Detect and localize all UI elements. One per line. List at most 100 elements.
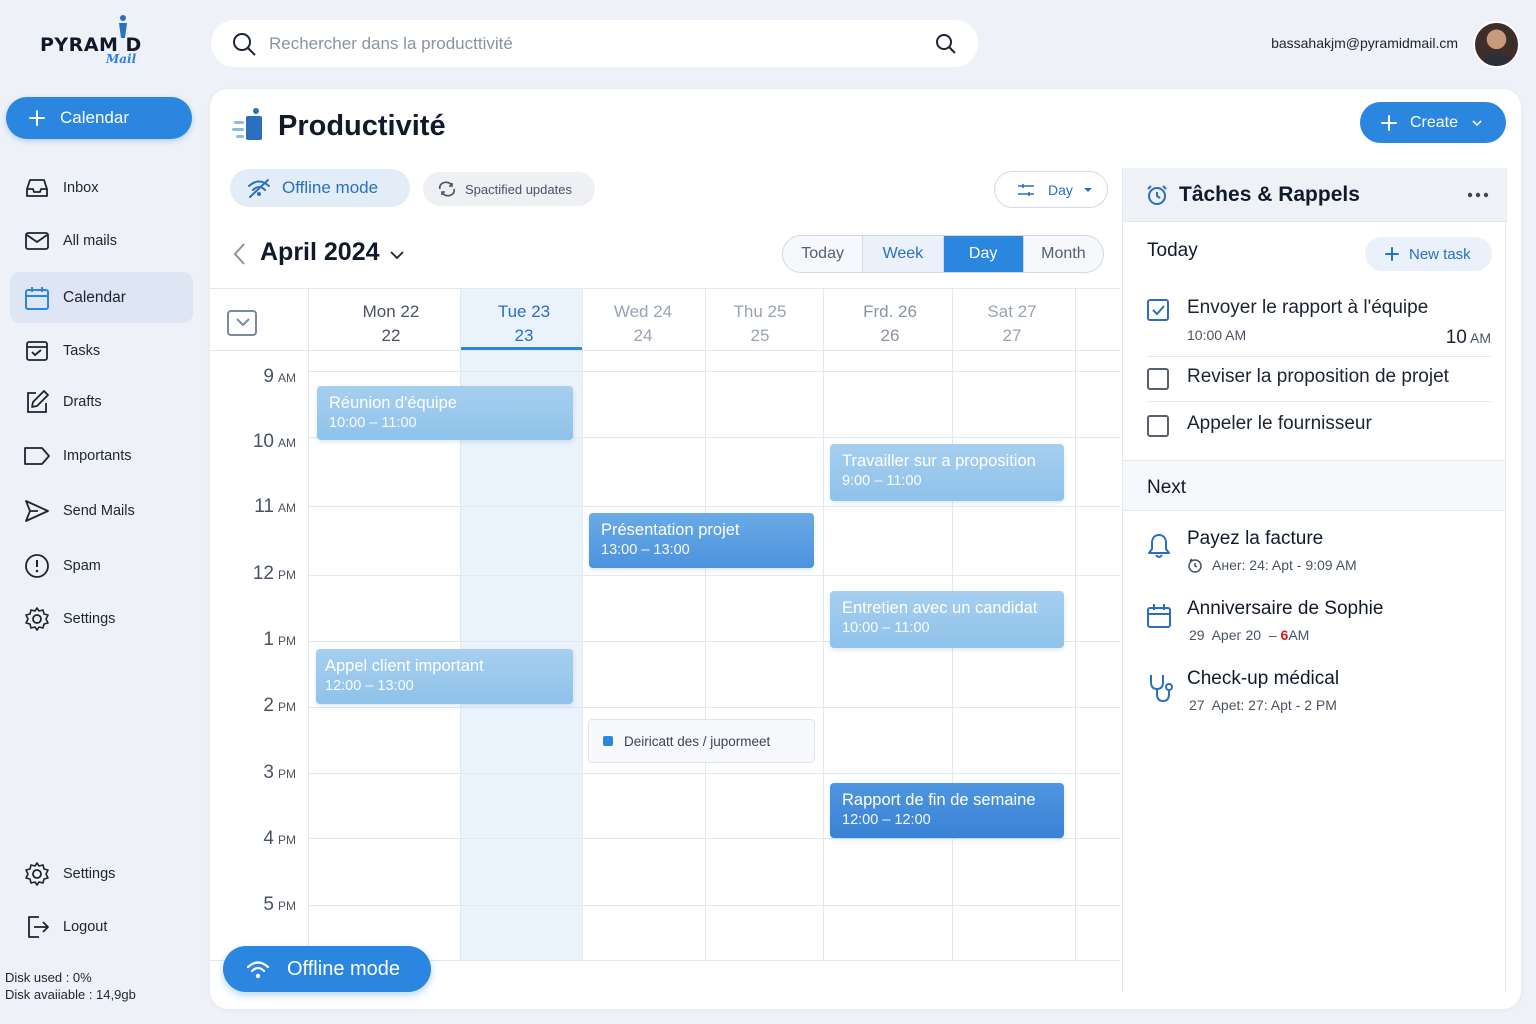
search-bar[interactable]: Rechercher dans la producttivité [211, 20, 978, 67]
hour-label-12pm: 12 PM [252, 563, 296, 584]
app-logo: PYRAM D Mail [40, 14, 160, 74]
day-header-wed[interactable]: Wed 24 24 [583, 300, 703, 348]
task-time-right: 10 AM [1445, 327, 1491, 348]
search-icon [233, 32, 256, 56]
chevron-down-icon [236, 318, 250, 327]
day-header-mon[interactable]: Mon 22 22 [331, 300, 451, 348]
event-time: 10:00 – 11:00 [842, 620, 930, 636]
create-button[interactable]: Create [1360, 102, 1506, 143]
event-title: Réunion d'équipe [329, 394, 457, 412]
chevron-down-icon[interactable] [390, 250, 404, 260]
hour-label-3pm: 3 PM [263, 762, 296, 783]
offline-mode-button[interactable]: Offline mode [223, 946, 431, 992]
sync-icon [438, 181, 456, 197]
logo-subtitle: Mail [106, 52, 137, 66]
today-section-label: Today [1147, 240, 1198, 261]
calendar-event[interactable]: Présentation projet 13:00 – 13:00 [589, 513, 814, 568]
chevron-down-icon [1472, 119, 1482, 126]
more-icon[interactable] [1467, 192, 1489, 198]
page-title: Productivité [278, 110, 446, 142]
day-name: Thu 25 [733, 302, 787, 321]
reminder-detail: Aнer: 24: Apt - 9:09 AM [1212, 557, 1357, 573]
calendar-note[interactable]: Deiricatt des / jupormeet [588, 719, 815, 763]
sidebar-item-label: All mails [63, 233, 117, 249]
new-task-button[interactable]: New task [1365, 237, 1492, 271]
task-label: Appeler le fournisseur [1187, 413, 1372, 434]
calendar-grid: Mon 22 22 Tue 23 23 Wed 24 24 Thu 25 25 Frd.… [210, 288, 1120, 961]
sidebar-item-spam[interactable]: Spam [10, 544, 193, 588]
month-label[interactable]: April 2024 [260, 238, 380, 267]
calendar-event[interactable]: Appel client important 12:00 – 13:00 [316, 649, 573, 704]
create-label: Create [1410, 113, 1459, 131]
reminder-item[interactable]: Payez la facture Aнer: 24: Apt - 9:09 AM [1145, 528, 1357, 573]
updates-chip[interactable]: Spactified updates [423, 172, 595, 206]
day-number: 22 [381, 326, 401, 345]
reminder-detail-suffix: AM [1288, 627, 1310, 643]
task-item[interactable]: Appeler le fournisseur [1147, 413, 1491, 437]
plus-icon [29, 110, 45, 126]
task-checkbox[interactable] [1147, 415, 1169, 437]
day-header-thu[interactable]: Thu 25 25 [700, 300, 820, 348]
sidebar-item-tasks[interactable]: Tasks [10, 329, 193, 373]
view-week-button[interactable]: Week [863, 236, 944, 272]
sidebar-item-settings-bottom[interactable]: Settings [10, 852, 193, 896]
calendar-event[interactable]: Entretien avec un candidat 10:00 – 11:00 [830, 591, 1064, 648]
event-title: Travailler sur a proposition [842, 452, 1036, 470]
sidebar-item-all-mails[interactable]: All mails [10, 219, 193, 263]
task-checkbox[interactable] [1147, 299, 1169, 321]
day-number: 25 [750, 326, 770, 345]
sidebar-item-drafts[interactable]: Drafts [10, 380, 193, 424]
mail-icon [22, 226, 52, 256]
sidebar-item-calendar[interactable]: Calendar [10, 272, 193, 323]
offline-mode-toggle[interactable]: Offline mode [230, 169, 410, 207]
calendar-event[interactable]: Réunion d'équipe 10:00 – 11:00 [317, 386, 573, 440]
next-section-label: Next [1147, 477, 1187, 498]
view-today-button[interactable]: Today [783, 236, 864, 272]
day-header-fri[interactable]: Frd. 26 26 [830, 300, 950, 348]
task-checkbox[interactable] [1147, 368, 1169, 390]
avatar[interactable] [1473, 21, 1520, 68]
event-time: 9:00 – 11:00 [842, 473, 922, 489]
sidebar-item-logout[interactable]: Logout [10, 905, 193, 949]
sidebar-item-importants[interactable]: Importants [10, 434, 193, 478]
new-task-label: New task [1409, 245, 1471, 263]
compose-calendar-button[interactable]: Calendar [6, 97, 192, 139]
reminder-item[interactable]: Check-up médical 27 Apet: 27: Apt - 2 PM [1145, 668, 1339, 713]
day-header-tue[interactable]: Tue 23 23 [464, 300, 584, 348]
day-select[interactable]: Day [994, 171, 1108, 208]
sidebar-item-inbox[interactable]: Inbox [10, 166, 193, 210]
day-select-value: Day [1048, 181, 1073, 198]
collapse-toggle[interactable] [227, 310, 257, 336]
compose-label: Calendar [60, 108, 129, 127]
day-name: Frd. 26 [863, 302, 917, 321]
filter-icon [1018, 183, 1034, 196]
sidebar-item-send-mails[interactable]: Send Mails [10, 489, 193, 533]
caret-down-icon [1083, 187, 1092, 192]
calendar-event[interactable]: Travailler sur a proposition 9:00 – 11:00 [830, 444, 1064, 501]
tasks-panel-header: Tâches & Rappels [1123, 168, 1507, 222]
calendar-event[interactable]: Rapport de fin de semaine 12:00 – 12:00 [830, 783, 1064, 838]
task-item[interactable]: Reviser la proposition de projet [1147, 366, 1491, 390]
reminder-detail: 27 Apet: 27: Apt - 2 PM [1189, 697, 1337, 713]
calendar-icon [22, 283, 52, 313]
updates-label: Spactified updates [465, 181, 572, 197]
reminder-title: Anniversaire de Sophie [1187, 598, 1384, 619]
view-month-button[interactable]: Month [1024, 236, 1103, 272]
alert-icon [22, 551, 52, 581]
view-day-button[interactable]: Day [943, 236, 1024, 272]
event-title: Présentation projet [601, 521, 740, 539]
disk-available-text: Disk avaiiable : 14,9gb [5, 987, 136, 1002]
task-item[interactable]: Envoyer le rapport à l'équipe 10:00 AM 1… [1147, 297, 1491, 349]
sidebar-item-settings[interactable]: Settings [10, 597, 193, 641]
search-submit-icon[interactable] [934, 32, 958, 56]
hour-label-4pm: 4 PM [263, 828, 296, 849]
event-title: Rapport de fin de semaine [842, 791, 1036, 809]
reminder-item[interactable]: Anniversaire de Sophie 29 Apeг 20 – 6 AM [1145, 598, 1383, 643]
chevron-left-icon[interactable] [232, 242, 246, 266]
plus-icon [1381, 114, 1397, 131]
task-label: Envoyer le rapport à l'équipe [1187, 297, 1429, 318]
reminder-deadline: 6 [1280, 627, 1289, 643]
day-header-sat[interactable]: Sat 27 27 [952, 300, 1072, 348]
search-input[interactable]: Rechercher dans la producttivité [269, 34, 934, 54]
sidebar-item-label: Spam [63, 558, 101, 574]
